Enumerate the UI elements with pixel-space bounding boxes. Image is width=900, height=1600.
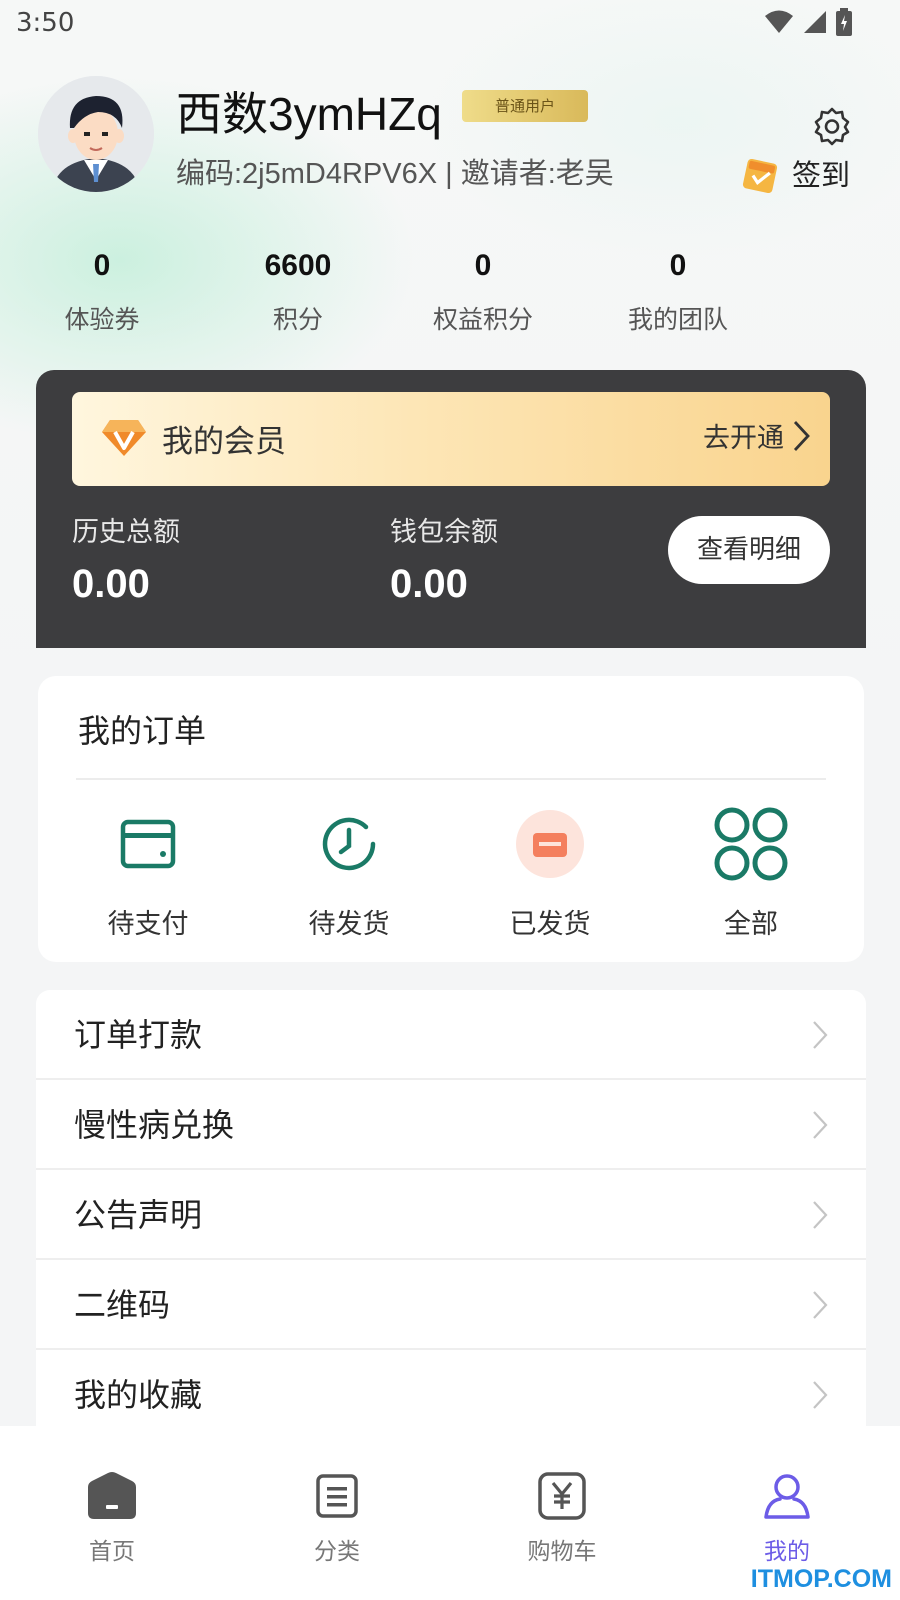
menu-label: 公告声明 (74, 1196, 203, 1234)
tab-category[interactable]: 分类 (272, 1468, 402, 1566)
signin-label: 签到 (792, 158, 851, 192)
tab-home[interactable]: 首页 (47, 1468, 177, 1566)
vip-diamond-icon (102, 420, 146, 456)
menu-label: 我的收藏 (74, 1376, 203, 1414)
view-details-button[interactable]: 查看明细 (668, 516, 830, 584)
tab-mine[interactable]: 我的 (722, 1468, 852, 1566)
home-icon (88, 1472, 136, 1519)
watermark: ITMOP.COM (750, 1565, 892, 1593)
stat-label: 我的团队 (627, 305, 728, 334)
tab-label: 分类 (314, 1539, 360, 1565)
membership-banner[interactable]: 我的会员 去开通 (72, 392, 830, 486)
orders-title: 我的订单 (78, 712, 207, 750)
chevron-right-icon (813, 1201, 828, 1229)
user-icon (764, 1474, 810, 1519)
menu-label: 慢性病兑换 (74, 1106, 235, 1144)
membership-open-link[interactable]: 去开通 (703, 416, 810, 455)
settings-button[interactable] (812, 106, 852, 146)
wallet-balance-value: 0.00 (390, 562, 468, 606)
user-code-inviter: 编码:2j5mD4RPV6X | 邀请者:老吴 (176, 158, 614, 190)
stat-label: 权益积分 (432, 305, 533, 334)
stat-points[interactable]: 6600 积分 (218, 246, 378, 336)
tab-label: 购物车 (527, 1539, 597, 1565)
menu-item-announcements[interactable]: 公告声明 (36, 1170, 866, 1260)
cart-icon (538, 1472, 586, 1520)
history-total-value: 0.00 (72, 562, 150, 606)
stat-value: 0 (474, 249, 492, 282)
stat-vouchers[interactable]: 0 体验券 (22, 246, 182, 336)
tab-label: 首页 (89, 1539, 135, 1565)
bottom-tab-bar: 首页 分类 购物车 我的 ITMOP.COM (0, 1426, 900, 1600)
stat-label: 体验券 (64, 305, 140, 334)
my-orders-card: 我的订单 待支付 待发货 已发货 全部 (38, 676, 864, 962)
grid-icon (714, 807, 788, 881)
menu-item-favorites[interactable]: 我的收藏 (36, 1350, 866, 1430)
tab-cart[interactable]: 购物车 (497, 1468, 627, 1566)
category-icon (316, 1474, 358, 1518)
order-label: 待支付 (107, 909, 189, 940)
username: 西数3ymHZq (176, 88, 442, 140)
membership-wallet-card: 我的会员 去开通 历史总额 0.00 钱包余额 0.00 查看明细 (36, 370, 866, 648)
stat-value: 0 (93, 249, 111, 282)
status-time: 3:50 (16, 8, 75, 38)
avatar[interactable] (38, 76, 154, 192)
clock-icon (322, 817, 376, 871)
menu-item-qr-code[interactable]: 二维码 (36, 1260, 866, 1350)
chevron-right-icon (793, 420, 810, 451)
chevron-right-icon (813, 1021, 828, 1049)
order-shipped[interactable]: 已发货 (470, 804, 630, 941)
signal-icon (804, 11, 826, 33)
menu-item-order-payment[interactable]: 订单打款 (36, 990, 866, 1080)
wallet-balance-label: 钱包余额 (390, 517, 498, 548)
chevron-right-icon (813, 1291, 828, 1319)
menu-label: 订单打款 (74, 1016, 203, 1054)
order-all[interactable]: 全部 (671, 804, 831, 941)
history-total-label: 历史总额 (72, 517, 180, 548)
stat-my-team[interactable]: 0 我的团队 (598, 246, 758, 336)
chevron-right-icon (813, 1111, 828, 1139)
tab-label: 我的 (764, 1539, 810, 1565)
membership-level-badge: 普通用户 (462, 90, 588, 122)
card-icon (516, 810, 584, 878)
membership-title: 我的会员 (162, 424, 286, 460)
calendar-checkin-icon (742, 158, 778, 193)
signin-button[interactable]: 签到 (742, 152, 850, 194)
membership-open-label: 去开通 (703, 423, 784, 454)
chevron-right-icon (813, 1381, 828, 1409)
stat-value: 0 (669, 249, 687, 282)
stat-label: 积分 (272, 305, 323, 334)
divider (76, 778, 826, 780)
stat-benefit-points[interactable]: 0 权益积分 (403, 246, 563, 336)
menu-list: 订单打款 慢性病兑换 公告声明 二维码 我的收藏 (36, 990, 866, 1430)
menu-label: 二维码 (74, 1286, 171, 1324)
stat-value: 6600 (264, 249, 332, 282)
order-label: 待发货 (308, 909, 390, 940)
wifi-icon (765, 10, 793, 33)
order-pending-payment[interactable]: 待支付 (68, 804, 228, 941)
status-bar: 3:50 (0, 0, 900, 50)
stats-row: 0 体验券 6600 积分 0 权益积分 0 我的团队 (0, 246, 900, 346)
status-icons (764, 8, 852, 36)
wallet-icon (120, 819, 176, 869)
battery-icon (836, 8, 852, 36)
order-label: 全部 (724, 909, 778, 940)
gear-icon (814, 107, 850, 146)
order-pending-shipment[interactable]: 待发货 (269, 804, 429, 941)
menu-item-chronic-disease-exchange[interactable]: 慢性病兑换 (36, 1080, 866, 1170)
order-label: 已发货 (509, 909, 591, 940)
